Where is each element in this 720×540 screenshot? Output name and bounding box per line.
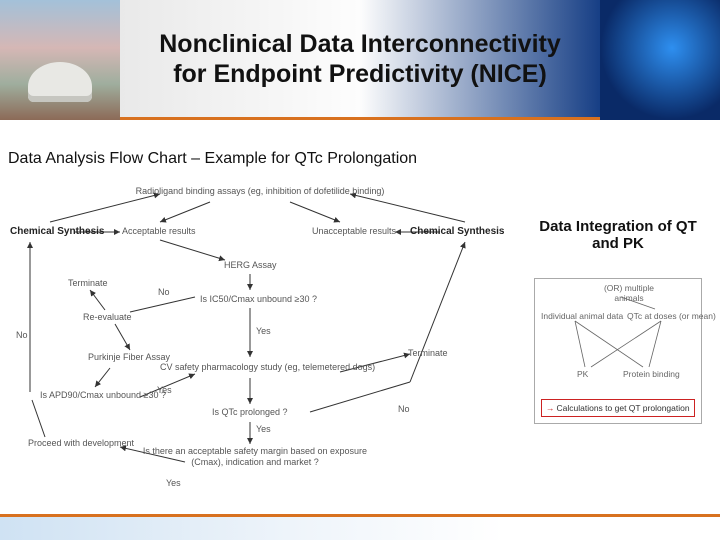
sb-qtc-doses: QTc at doses (or mean)	[627, 311, 716, 321]
page-title: Nonclinical Data Interconnectivity for E…	[120, 29, 600, 89]
node-yes-apd: Yes	[157, 385, 172, 396]
side-title: Data Integration of QT and PK	[538, 218, 698, 252]
side-diagram: (OR) multiple animals Individual animal …	[534, 278, 702, 424]
node-proceed: Proceed with development	[28, 438, 134, 449]
node-yes-mid: Yes	[256, 326, 271, 337]
banner-photo-left	[0, 0, 120, 120]
section-title: Data Analysis Flow Chart – Example for Q…	[8, 150, 417, 168]
sb-calc-box: →Calculations to get QT prolongation	[541, 399, 695, 417]
node-no-right: No	[398, 404, 410, 415]
node-chem-right: Chemical Synthesis	[410, 226, 504, 238]
node-reeval: Re-evaluate	[83, 312, 132, 323]
node-q-qtc: Is QTc prolonged ?	[212, 407, 288, 418]
arrow-right-icon: →	[546, 403, 555, 413]
node-cv-safety: CV safety pharmacology study (eg, teleme…	[160, 362, 360, 373]
title-line-1: Nonclinical Data Interconnectivity	[159, 30, 561, 58]
banner: Nonclinical Data Interconnectivity for E…	[0, 0, 720, 120]
sb-protein: Protein binding	[623, 369, 680, 379]
sb-indiv: Individual animal data	[541, 311, 623, 321]
footer-strip	[0, 514, 720, 540]
node-yes-margin: Yes	[166, 478, 181, 489]
node-radioligand: Radioligand binding assays (eg, inhibiti…	[130, 186, 390, 197]
node-herg: HERG Assay	[224, 260, 277, 271]
node-chem-left: Chemical Synthesis	[10, 226, 104, 238]
node-no-left-col: No	[16, 330, 28, 341]
sb-calc-label: Calculations to get QT prolongation	[557, 403, 690, 413]
node-unacceptable: Unacceptable results	[312, 226, 396, 237]
node-acceptable: Acceptable results	[122, 226, 196, 237]
title-line-2: for Endpoint Predictivity (NICE)	[173, 60, 547, 88]
node-purkinje: Purkinje Fiber Assay	[88, 352, 170, 363]
node-terminate-right: Terminate	[408, 348, 448, 359]
node-terminate-left: Terminate	[68, 278, 108, 289]
sb-pk: PK	[577, 369, 588, 379]
node-q-margin: Is there an acceptable safety margin bas…	[140, 446, 370, 468]
node-q-ic50: Is IC50/Cmax unbound ≥30 ?	[200, 294, 317, 305]
node-q-apd90: Is APD90/Cmax unbound ≥30 ?	[40, 390, 166, 401]
flow-chart: Radioligand binding assays (eg, inhibiti…	[10, 182, 520, 502]
sb-or-multiple: (OR) multiple animals	[599, 283, 659, 303]
banner-graphic-right	[600, 0, 720, 120]
node-yes-qtc: Yes	[256, 424, 271, 435]
node-no-upper: No	[158, 287, 170, 298]
